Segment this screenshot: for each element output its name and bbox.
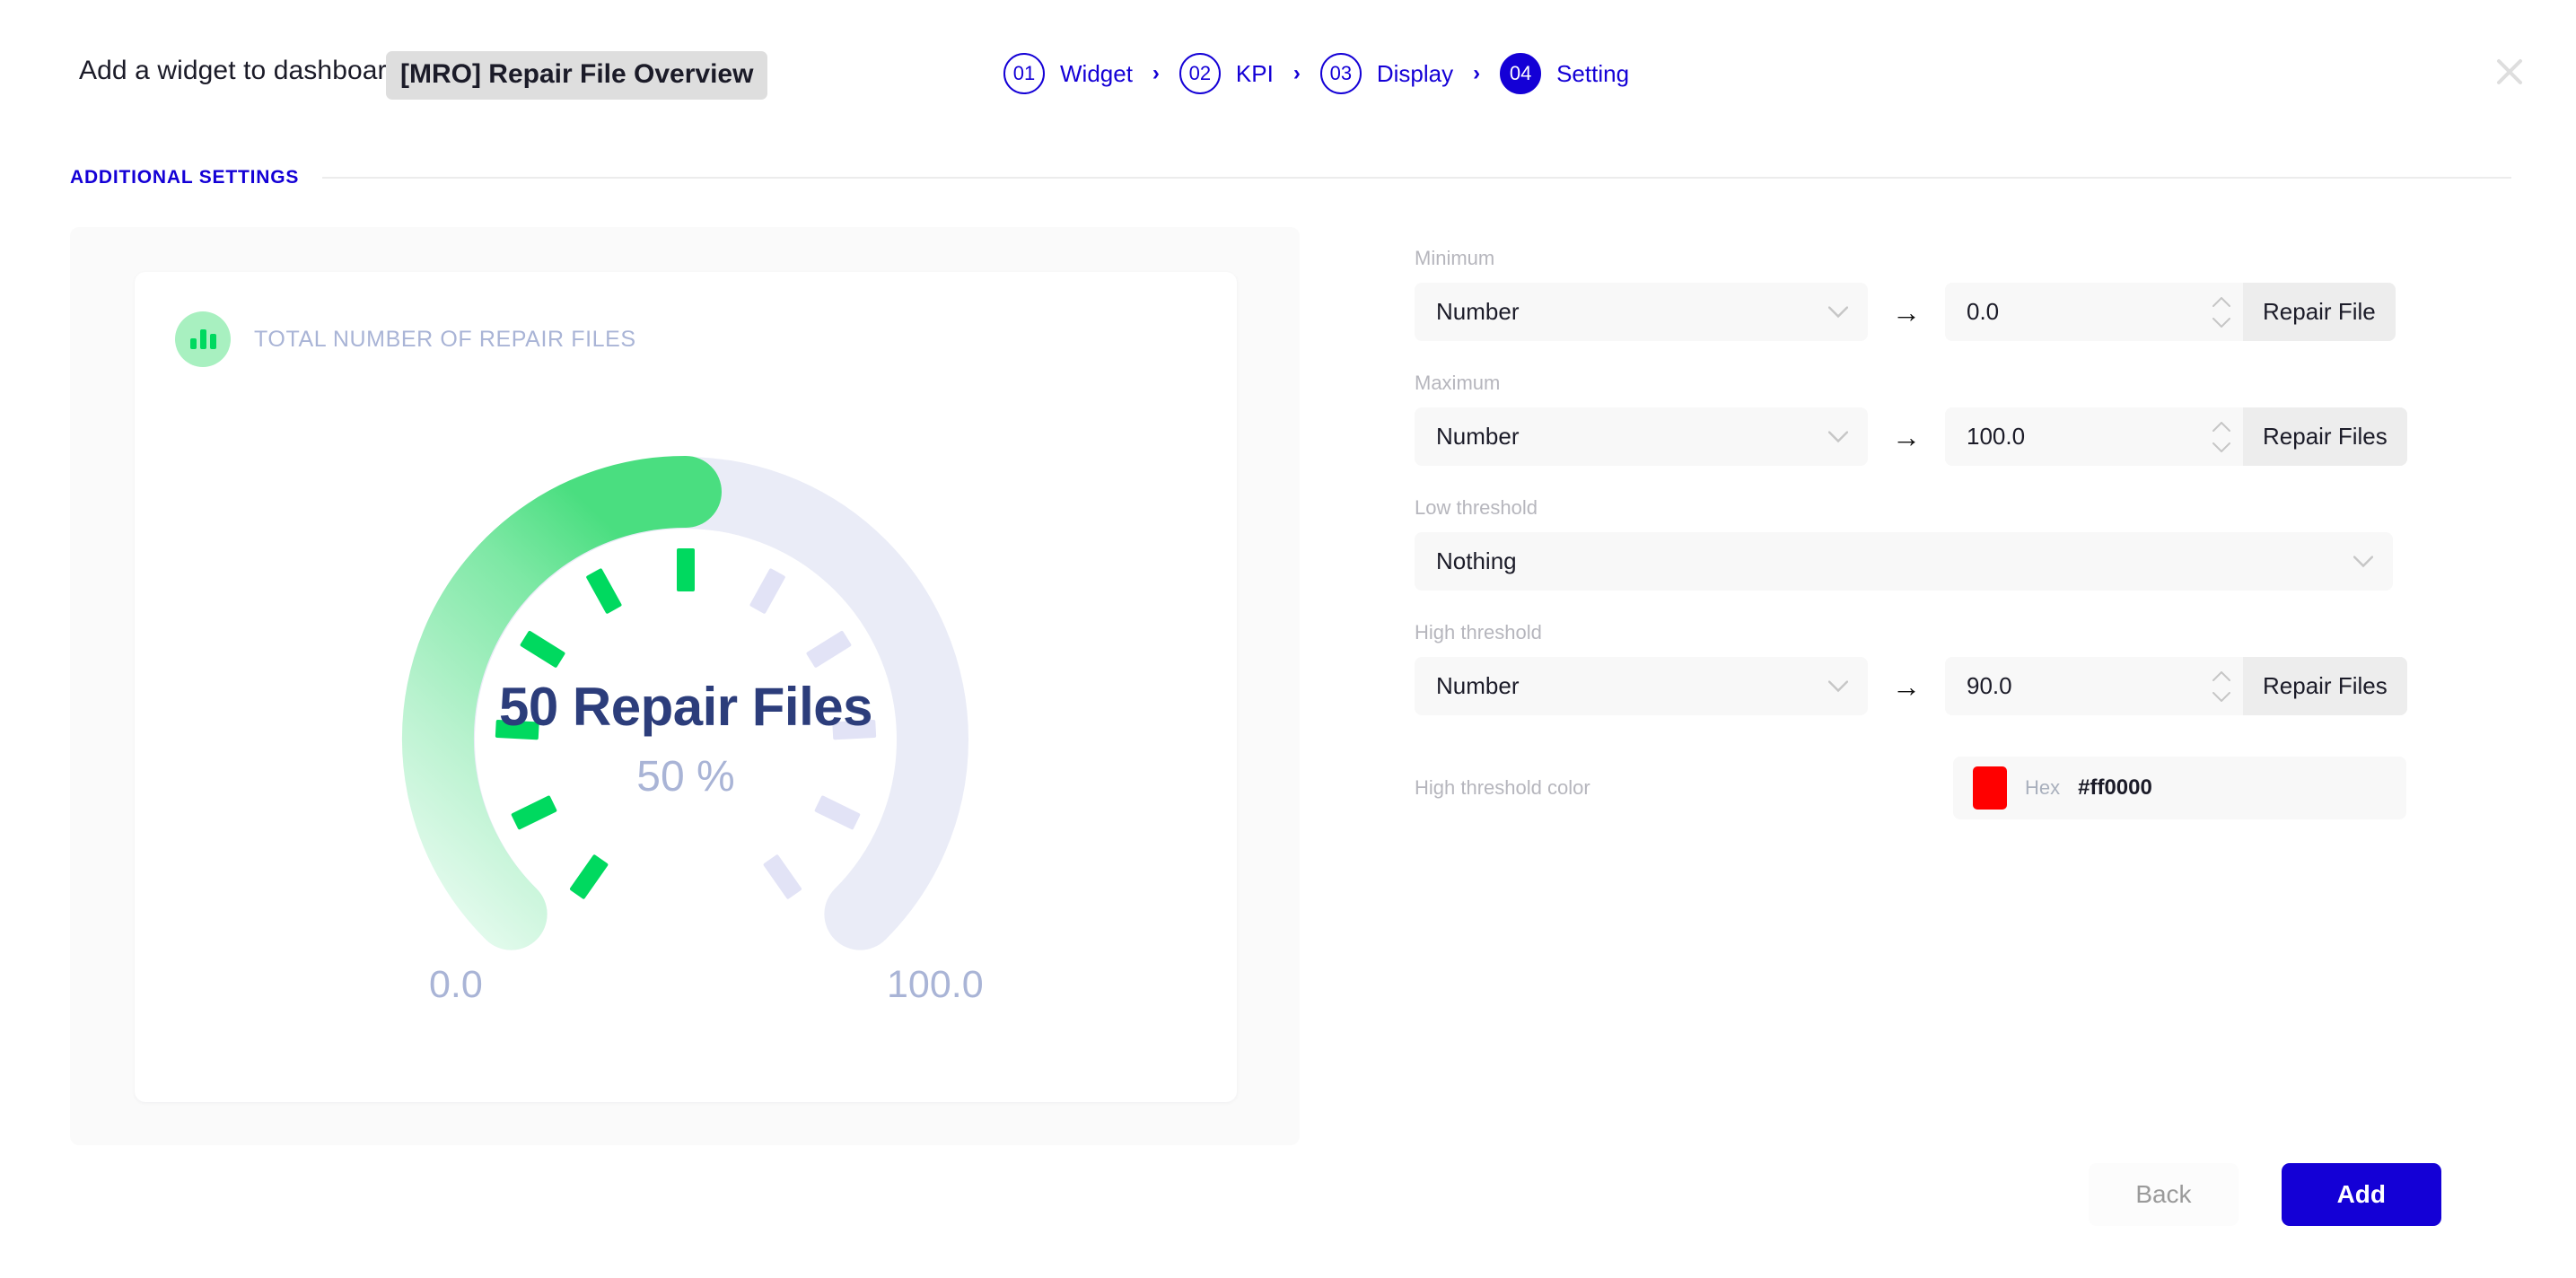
chevron-down-icon (1827, 430, 1849, 442)
maximum-stepper[interactable] (2212, 421, 2230, 452)
gauge-chart: 50 Repair Files 50 % 0.0 100.0 (135, 380, 1237, 1098)
label-high-threshold: High threshold (1415, 621, 1542, 643)
high-threshold-number-input[interactable]: 90.0 (1945, 657, 2243, 715)
field-low-threshold: Low threshold Nothing (1415, 496, 2492, 591)
step-number-02: 02 (1178, 53, 1221, 94)
maximum-type-select[interactable]: Number (1415, 407, 1868, 466)
chevron-down-icon (1827, 305, 1849, 318)
maximum-unit-suffix: Repair Files (2243, 407, 2407, 466)
maximum-number-input[interactable]: 100.0 (1945, 407, 2243, 466)
step-label-setting: Setting (1556, 59, 1630, 87)
gauge-max-label: 100.0 (887, 963, 984, 1006)
maximum-number-value: 100.0 (1967, 423, 2026, 450)
maximum-value-group: 100.0 Repair Files (1945, 407, 2407, 466)
footer-actions: Back Add (2089, 1163, 2441, 1226)
field-maximum: Maximum Number → 100.0 Repair Files (1415, 372, 2492, 466)
wizard-step-03[interactable]: 03 Display (1319, 53, 1454, 94)
page-title: Add a widget to dashboard (79, 56, 402, 85)
high-threshold-color-picker[interactable]: Hex #ff0000 (1953, 757, 2406, 819)
step-chevron-icon-1: › (1152, 61, 1160, 85)
label-high-threshold-color: High threshold color (1415, 776, 1590, 799)
field-high-threshold: High threshold Number → 90.0 Repair File… (1415, 621, 2492, 715)
label-maximum: Maximum (1415, 372, 1501, 394)
minimum-type-value: Number (1436, 298, 1520, 325)
minimum-number-input[interactable]: 0.0 (1945, 283, 2243, 341)
high-threshold-number-value: 90.0 (1967, 672, 2012, 699)
arrow-right-icon: → (1892, 420, 1921, 453)
section-divider (322, 177, 2511, 179)
add-button[interactable]: Add (2281, 1163, 2441, 1226)
wizard-step-01[interactable]: 01 Widget (1003, 53, 1133, 94)
wizard-step-02[interactable]: 02 KPI (1178, 53, 1274, 94)
chevron-down-icon (1827, 679, 1849, 692)
step-chevron-icon-2: › (1292, 61, 1301, 85)
high-threshold-type-value: Number (1436, 672, 1520, 699)
step-number-01: 01 (1003, 53, 1045, 94)
section-title: ADDITIONAL SETTINGS (70, 167, 300, 188)
widget-wizard-page: Add a widget to dashboard [MRO] Repair F… (0, 0, 2576, 1278)
gauge-min-label: 0.0 (429, 963, 483, 1006)
high-threshold-stepper[interactable] (2212, 670, 2230, 702)
step-number-04: 04 (1500, 53, 1542, 94)
minimum-unit-suffix: Repair File (2243, 283, 2396, 341)
hex-value: #ff0000 (2078, 775, 2152, 800)
hex-label: Hex (2025, 776, 2061, 799)
high-threshold-value-group: 90.0 Repair Files (1945, 657, 2407, 715)
bar-chart-icon (175, 311, 231, 367)
label-minimum: Minimum (1415, 247, 1495, 269)
wizard-steps: 01 Widget › 02 KPI › 03 Display › 04 Set… (1003, 47, 1629, 101)
arrow-right-icon: → (1892, 670, 1921, 703)
widget-preview-card: TOTAL NUMBER OF REPAIR FILES 50 Repair F… (135, 272, 1237, 1102)
preview-kpi-title: TOTAL NUMBER OF REPAIR FILES (254, 326, 636, 352)
back-button[interactable]: Back (2089, 1163, 2239, 1226)
minimum-number-value: 0.0 (1967, 298, 2000, 325)
field-minimum: Minimum Number → 0.0 Repair File (1415, 247, 2492, 341)
maximum-type-value: Number (1436, 423, 1520, 450)
widget-name-chip: [MRO] Repair File Overview (386, 51, 768, 100)
widget-preview-container: TOTAL NUMBER OF REPAIR FILES 50 Repair F… (70, 227, 1300, 1145)
gauge-value-arc (401, 455, 722, 950)
field-high-threshold-color: High threshold color Hex #ff0000 (1415, 757, 2492, 819)
high-threshold-unit-suffix: Repair Files (2243, 657, 2407, 715)
header: Add a widget to dashboard [MRO] Repair F… (0, 0, 2576, 154)
step-label-widget: Widget (1060, 59, 1133, 87)
wizard-step-04[interactable]: 04 Setting (1500, 53, 1629, 94)
gauge-ticks (495, 548, 877, 899)
section-header: ADDITIONAL SETTINGS (70, 167, 2511, 188)
step-label-kpi: KPI (1235, 59, 1274, 87)
settings-panel: Minimum Number → 0.0 Repair File Maximum… (1415, 247, 2492, 819)
color-swatch[interactable] (1973, 766, 2007, 810)
preview-card-header: TOTAL NUMBER OF REPAIR FILES (175, 311, 636, 367)
low-threshold-select[interactable]: Nothing (1415, 532, 2393, 591)
step-chevron-icon-3: › (1473, 61, 1481, 85)
step-number-03: 03 (1319, 53, 1362, 94)
arrow-right-icon: → (1892, 295, 1921, 328)
close-icon[interactable] (2490, 52, 2529, 92)
high-threshold-type-select[interactable]: Number (1415, 657, 1868, 715)
step-label-display: Display (1376, 59, 1454, 87)
minimum-stepper[interactable] (2212, 296, 2230, 328)
minimum-type-select[interactable]: Number (1415, 283, 1868, 341)
low-threshold-value: Nothing (1436, 547, 1517, 574)
chevron-down-icon (2353, 555, 2374, 567)
label-low-threshold: Low threshold (1415, 496, 1538, 519)
minimum-value-group: 0.0 Repair File (1945, 283, 2396, 341)
